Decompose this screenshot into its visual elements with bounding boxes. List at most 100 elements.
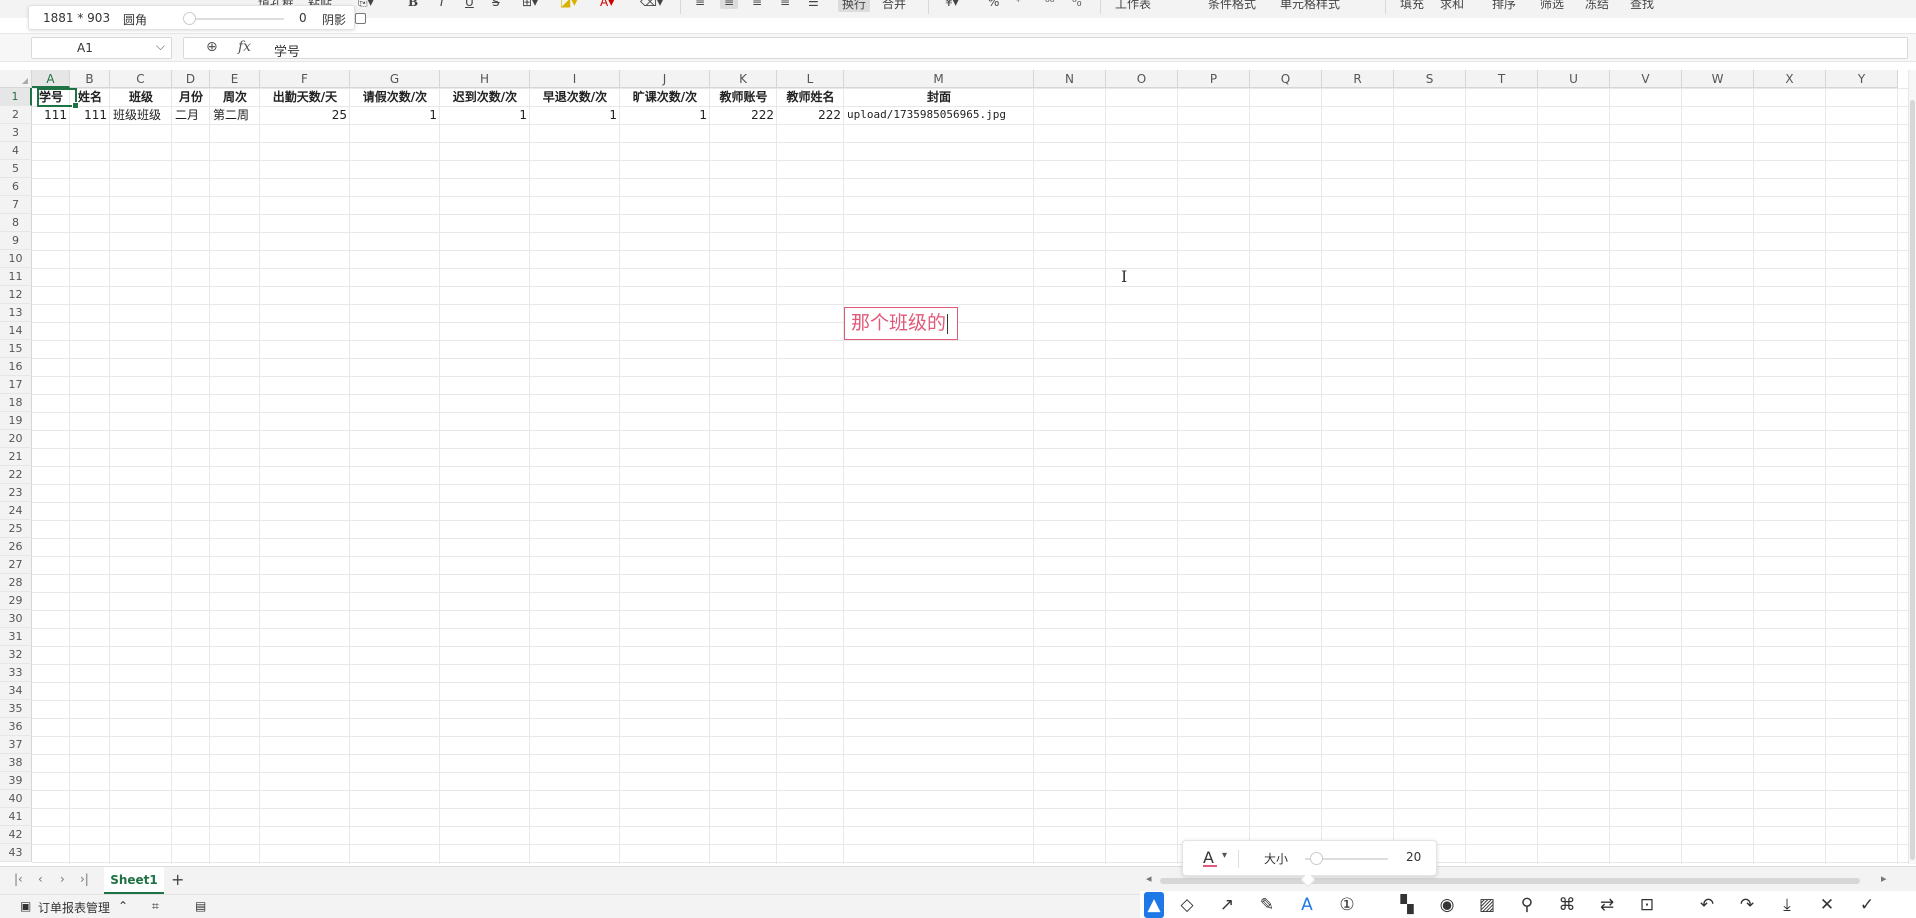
shape-icon[interactable]: ◇ — [1174, 892, 1200, 918]
row-header[interactable]: 10 — [0, 250, 32, 268]
align-left-icon[interactable]: ≡ — [695, 0, 705, 9]
data-cell[interactable]: 222 — [777, 106, 844, 124]
align-right-icon[interactable]: ≡ — [752, 0, 762, 9]
column-header[interactable]: M — [844, 70, 1034, 88]
extract-text-icon[interactable]: ⊡ — [1634, 892, 1660, 918]
row-header[interactable]: 27 — [0, 556, 32, 574]
status-app-label[interactable]: 订单报表管理 — [38, 899, 110, 916]
cell-style-button[interactable]: 单元格样式 — [1280, 0, 1340, 12]
row-header[interactable]: 34 — [0, 682, 32, 700]
italic-button[interactable]: I — [440, 0, 444, 9]
formula-input[interactable]: ⊕ fx 学号 — [183, 37, 1908, 60]
zoom-icon[interactable]: ⊕ — [206, 39, 218, 55]
percent-icon[interactable]: % — [988, 0, 999, 9]
column-header[interactable]: Y — [1826, 70, 1898, 88]
header-cell[interactable]: 学号 — [32, 88, 70, 106]
row-header[interactable]: 21 — [0, 448, 32, 466]
column-header[interactable]: W — [1682, 70, 1754, 88]
row-header[interactable]: 18 — [0, 394, 32, 412]
data-cell[interactable]: 111 — [70, 106, 110, 124]
column-header[interactable]: K — [710, 70, 777, 88]
row-header[interactable]: 29 — [0, 592, 32, 610]
pin-icon[interactable]: ▲ — [1144, 892, 1164, 918]
distributed-icon[interactable]: ☰ — [808, 0, 819, 9]
sheet-tab-sheet1[interactable]: Sheet1 — [104, 867, 164, 894]
row-header[interactable]: 42 — [0, 826, 32, 844]
header-cell[interactable]: 旷课次数/次 — [620, 88, 710, 106]
clear-format-icon[interactable]: ⌫▾ — [640, 0, 663, 9]
row-header[interactable]: 23 — [0, 484, 32, 502]
data-cell[interactable]: 111 — [32, 106, 70, 124]
row-header[interactable]: 31 — [0, 628, 32, 646]
row-header[interactable]: 28 — [0, 574, 32, 592]
data-cell[interactable]: 1 — [350, 106, 440, 124]
row-header[interactable]: 3 — [0, 124, 32, 142]
chevron-down-icon[interactable]: ▾ — [1222, 850, 1227, 861]
corner-radius-slider[interactable] — [189, 18, 284, 20]
justify-icon[interactable]: ≡ — [780, 0, 790, 9]
chevron-down-icon[interactable]: ⌵ — [156, 39, 165, 54]
spreadsheet-grid[interactable]: ABCDEFGHIJKLMNOPQRSTUVWXY 1 2 3 4 5 6 7 8 9 10 11 1… — [0, 70, 1916, 864]
header-cell[interactable]: 出勤天数/天 — [260, 88, 350, 106]
header-cell[interactable]: 请假次数/次 — [350, 88, 440, 106]
add-sheet-button[interactable]: + — [171, 870, 184, 889]
data-cell[interactable]: 二月 — [172, 106, 210, 124]
data-cell[interactable]: 第二周 — [210, 106, 260, 124]
cell-area[interactable]: 学号 姓名 班级 月份 周次 出勤天数/天 请假次数/次 迟到次数/次 早退次数/次 旷课次数/次… — [32, 88, 1916, 864]
arrow-icon[interactable]: ↗ — [1214, 892, 1240, 918]
first-sheet-icon[interactable]: |‹ — [14, 872, 23, 886]
column-header[interactable]: O — [1106, 70, 1178, 88]
column-header[interactable]: D — [172, 70, 210, 88]
macro-icon[interactable]: ⌗ — [152, 899, 159, 914]
header-cell[interactable]: 班级 — [110, 88, 172, 106]
hatch-icon[interactable]: ▨ — [1474, 892, 1500, 918]
column-header[interactable]: Q — [1250, 70, 1322, 88]
ocr-icon[interactable]: ⌘ — [1554, 892, 1580, 918]
find-button[interactable]: 查找 — [1630, 0, 1654, 12]
pen-icon[interactable]: ✎ — [1254, 892, 1280, 918]
blur-icon[interactable]: ◉ — [1434, 892, 1460, 918]
align-center-icon[interactable]: ≡ — [720, 0, 739, 9]
header-cell[interactable]: 教师姓名 — [777, 88, 844, 106]
column-header[interactable]: U — [1538, 70, 1610, 88]
row-header[interactable]: 41 — [0, 808, 32, 826]
row-header[interactable]: 15 — [0, 340, 32, 358]
row-header[interactable]: 24 — [0, 502, 32, 520]
header-cell[interactable]: 教师账号 — [710, 88, 777, 106]
corner-radius-slider-knob[interactable] — [183, 12, 196, 25]
column-header[interactable]: J — [620, 70, 710, 88]
data-cell[interactable]: 1 — [620, 106, 710, 124]
layout-icon[interactable]: ▤ — [195, 899, 206, 913]
header-cell[interactable]: 迟到次数/次 — [440, 88, 530, 106]
font-color-icon[interactable]: A — [1203, 848, 1217, 867]
font-size-slider-knob[interactable] — [1310, 852, 1323, 865]
row-header[interactable]: 20 — [0, 430, 32, 448]
row-header[interactable]: 12 — [0, 286, 32, 304]
increase-decimal-icon[interactable]: ⁰⁰ — [1045, 0, 1055, 9]
column-header[interactable]: E — [210, 70, 260, 88]
row-header[interactable]: 35 — [0, 700, 32, 718]
function-icon[interactable]: fx — [238, 39, 251, 55]
column-header[interactable]: F — [260, 70, 350, 88]
row-header[interactable]: 22 — [0, 466, 32, 484]
text-tool-icon[interactable]: A — [1294, 892, 1320, 918]
conditional-format-button[interactable]: 条件格式 — [1208, 0, 1256, 12]
column-header[interactable]: T — [1466, 70, 1538, 88]
row-header[interactable]: 39 — [0, 772, 32, 790]
scroll-right-icon[interactable]: ▸ — [1881, 872, 1887, 885]
thousands-icon[interactable]: ⁺ — [1015, 0, 1021, 9]
column-header[interactable]: C — [110, 70, 172, 88]
row-header[interactable]: 4 — [0, 142, 32, 160]
last-sheet-icon[interactable]: ›| — [80, 872, 89, 886]
mosaic-icon[interactable]: ▚ — [1394, 892, 1420, 918]
shadow-checkbox[interactable] — [355, 13, 366, 24]
scroll-left-icon[interactable]: ◂ — [1146, 872, 1152, 885]
row-header[interactable]: 11 — [0, 268, 32, 286]
row-header[interactable]: 43 — [0, 844, 32, 862]
header-cell[interactable]: 月份 — [172, 88, 210, 106]
column-header[interactable]: R — [1322, 70, 1394, 88]
vertical-scrollbar-thumb[interactable] — [1910, 100, 1915, 860]
chevron-up-icon[interactable]: ⌃ — [118, 899, 128, 913]
row-header[interactable]: 38 — [0, 754, 32, 772]
worksheet-button[interactable]: 工作表 — [1115, 0, 1151, 12]
